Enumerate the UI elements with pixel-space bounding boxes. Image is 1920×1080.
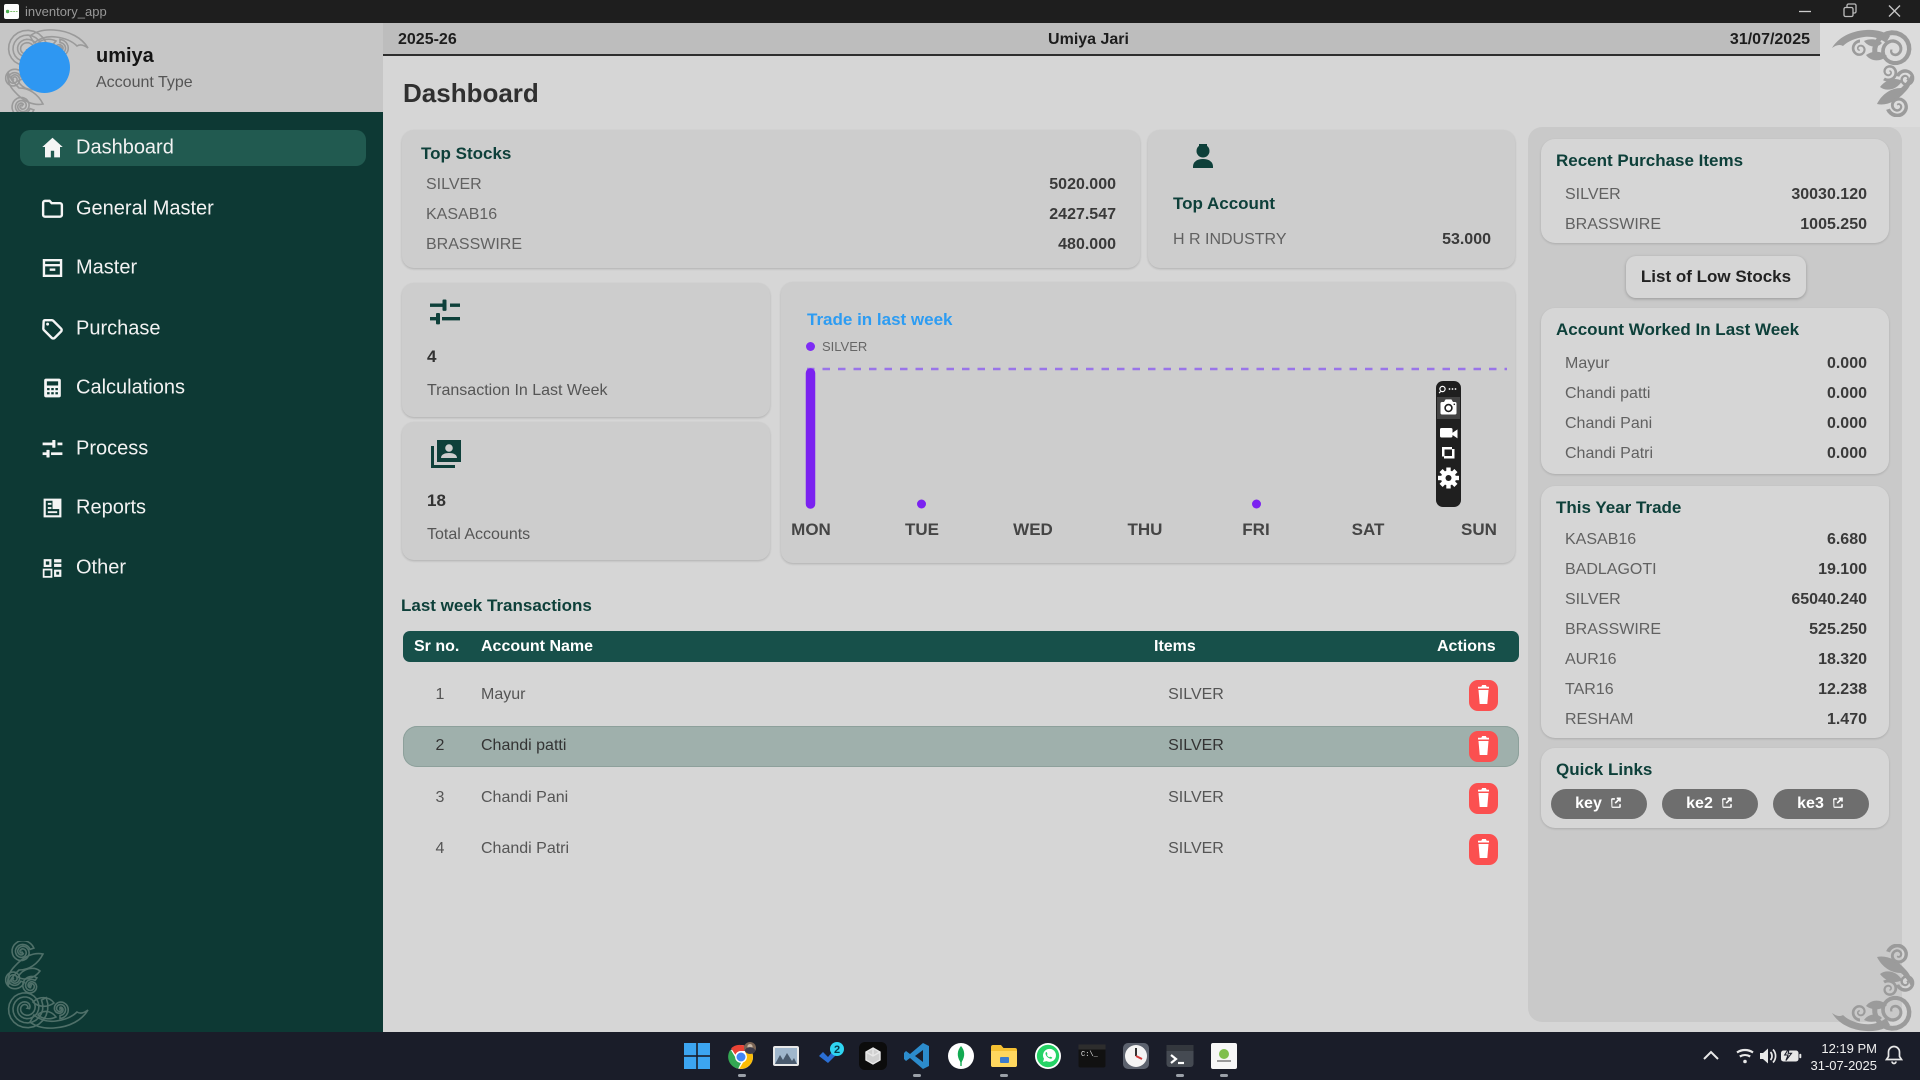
svg-text:C:\_: C:\_ (1081, 1051, 1099, 1059)
svg-text:2: 2 (834, 1044, 840, 1056)
